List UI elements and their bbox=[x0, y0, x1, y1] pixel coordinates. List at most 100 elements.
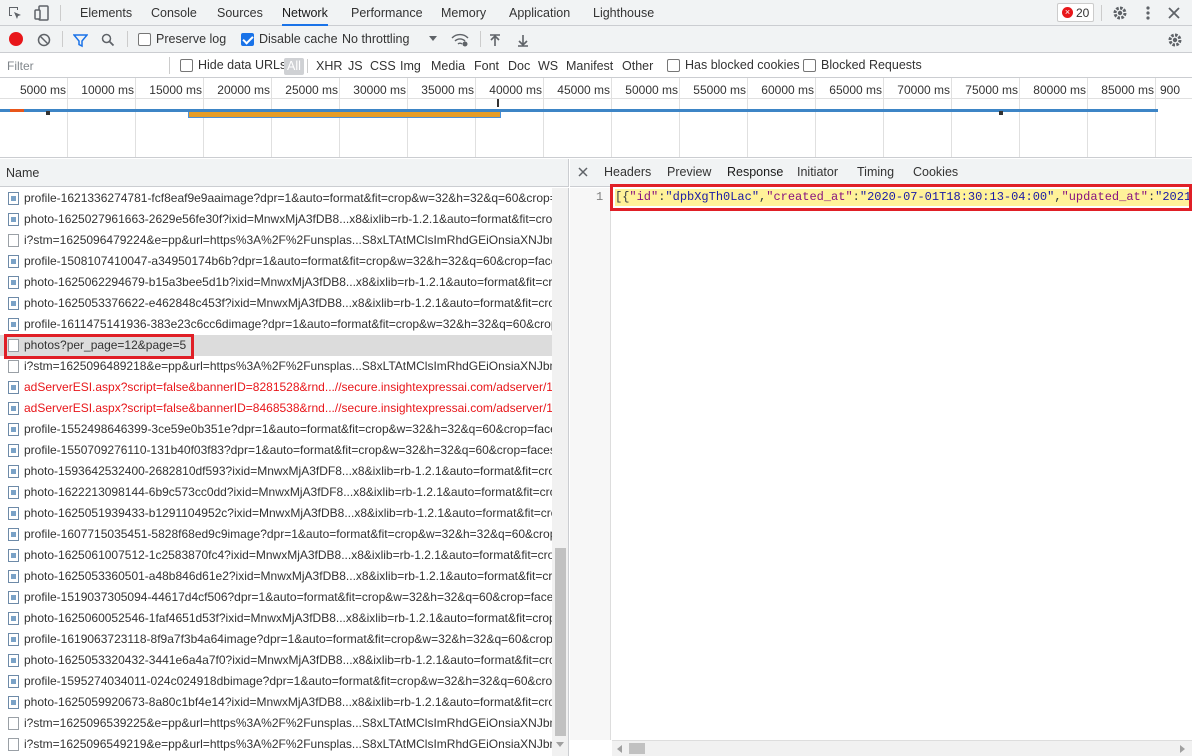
table-row[interactable]: profile-1595274034011-024c024918dbimage?… bbox=[0, 671, 552, 692]
table-row[interactable]: photo-1593642532400-2682810df593?ixid=Mn… bbox=[0, 461, 552, 482]
document-file-icon bbox=[8, 234, 19, 247]
image-file-icon bbox=[8, 633, 19, 646]
type-filter-doc[interactable]: Doc bbox=[508, 58, 530, 75]
table-row[interactable]: profile-1621336274781-fcf8eaf9e9aaimage?… bbox=[0, 188, 552, 209]
blocked-requests-checkbox[interactable] bbox=[803, 59, 816, 72]
type-filter-manifest[interactable]: Manifest bbox=[566, 58, 613, 75]
table-row[interactable]: photo-1625061007512-1c2583870fc4?ixid=Mn… bbox=[0, 545, 552, 566]
name-column-header[interactable]: Name bbox=[0, 159, 569, 187]
more-options-icon[interactable] bbox=[1139, 4, 1157, 22]
record-icon[interactable] bbox=[9, 32, 23, 46]
image-file-icon bbox=[8, 549, 19, 562]
tab-cookies[interactable]: Cookies bbox=[913, 165, 958, 179]
request-name: profile-1621336274781-fcf8eaf9e9aaimage?… bbox=[24, 191, 552, 205]
json-token: [{ bbox=[615, 190, 630, 204]
tab-headers[interactable]: Headers bbox=[604, 165, 651, 179]
response-json-line[interactable]: [{"id":"dpbXgTh0Lac","created_at":"2020-… bbox=[615, 189, 1192, 206]
clear-icon[interactable] bbox=[35, 31, 53, 49]
scrollbar-thumb[interactable] bbox=[629, 743, 645, 754]
type-filter-all[interactable]: All bbox=[284, 58, 304, 75]
request-name: profile-1607715035451-5828f68ed9c9image?… bbox=[24, 527, 552, 541]
preserve-log-checkbox[interactable] bbox=[138, 33, 151, 46]
table-row[interactable]: i?stm=1625096549219&e=pp&url=https%3A%2F… bbox=[0, 734, 552, 755]
type-filter-css[interactable]: CSS bbox=[370, 58, 396, 75]
table-row[interactable]: photo-1625053360501-a48b846d61e2?ixid=Mn… bbox=[0, 566, 552, 587]
tab-response[interactable]: Response bbox=[727, 165, 783, 179]
tab-preview[interactable]: Preview bbox=[667, 165, 711, 179]
table-row[interactable]: profile-1550709276110-131b40f03f83?dpr=1… bbox=[0, 440, 552, 461]
table-row[interactable]: profile-1611475141936-383e23c6cc6dimage?… bbox=[0, 314, 552, 335]
type-filter-ws[interactable]: WS bbox=[538, 58, 558, 75]
settings-gear-icon[interactable] bbox=[1111, 4, 1129, 22]
table-row[interactable]: profile-1619063723118-8f9a7f3b4a64image?… bbox=[0, 629, 552, 650]
hide-data-urls-checkbox[interactable] bbox=[180, 59, 193, 72]
tab-initiator[interactable]: Initiator bbox=[797, 165, 838, 179]
hide-data-urls-label: Hide data URLs bbox=[198, 58, 287, 72]
table-row[interactable]: photo-1625027961663-2629e56fe30f?ixid=Mn… bbox=[0, 209, 552, 230]
tab-lighthouse[interactable]: Lighthouse bbox=[593, 0, 654, 26]
close-devtools-icon[interactable] bbox=[1165, 4, 1183, 22]
type-filter-media[interactable]: Media bbox=[431, 58, 465, 75]
table-row[interactable]: i?stm=1625096489218&e=pp&url=https%3A%2F… bbox=[0, 356, 552, 377]
table-row[interactable]: photo-1625051939433-b1291104952c?ixid=Mn… bbox=[0, 503, 552, 524]
search-icon[interactable] bbox=[99, 31, 117, 49]
table-row-selected[interactable]: photos?per_page=12&page=5 bbox=[0, 335, 552, 356]
network-overview[interactable]: 5000 ms 10000 ms 15000 ms 20000 ms 25000 ms 3… bbox=[0, 78, 1192, 158]
tab-console[interactable]: Console bbox=[151, 0, 197, 26]
timeline-tick-label: 10000 ms bbox=[81, 83, 134, 97]
table-row[interactable]: i?stm=1625096479224&e=pp&url=https%3A%2F… bbox=[0, 230, 552, 251]
type-filter-xhr[interactable]: XHR bbox=[316, 58, 342, 75]
tab-performance[interactable]: Performance bbox=[351, 0, 423, 26]
filter-input[interactable] bbox=[0, 54, 168, 77]
has-blocked-cookies-checkbox[interactable] bbox=[667, 59, 680, 72]
export-har-icon[interactable] bbox=[515, 31, 531, 49]
device-toolbar-icon[interactable] bbox=[33, 4, 51, 22]
scroll-right-arrow-icon[interactable] bbox=[1180, 745, 1185, 753]
error-counter[interactable]: × 20 bbox=[1057, 3, 1094, 22]
error-icon: × bbox=[1062, 7, 1073, 18]
network-settings-gear-icon[interactable] bbox=[1166, 31, 1184, 49]
scroll-left-arrow-icon[interactable] bbox=[617, 745, 622, 753]
timeline-tick-label: 55000 ms bbox=[693, 83, 746, 97]
chevron-down-icon[interactable] bbox=[427, 33, 439, 45]
table-row[interactable]: photo-1625060052546-1faf4651d53f?ixid=Mn… bbox=[0, 608, 552, 629]
table-row[interactable]: photo-1625062294679-b15a3bee5d1b?ixid=Mn… bbox=[0, 272, 552, 293]
type-filter-js[interactable]: JS bbox=[348, 58, 363, 75]
inspect-element-icon[interactable] bbox=[6, 4, 24, 22]
close-detail-icon[interactable] bbox=[576, 165, 590, 179]
disable-cache-checkbox[interactable] bbox=[241, 33, 254, 46]
filter-icon[interactable] bbox=[71, 31, 89, 49]
table-row[interactable]: photo-1625053376622-e462848c453f?ixid=Mn… bbox=[0, 293, 552, 314]
response-viewer[interactable] bbox=[570, 188, 1192, 740]
tab-application[interactable]: Application bbox=[509, 0, 570, 26]
tab-network[interactable]: Network bbox=[282, 0, 328, 26]
tab-timing[interactable]: Timing bbox=[857, 165, 894, 179]
import-har-icon[interactable] bbox=[487, 31, 503, 49]
table-row[interactable]: photo-1625053320432-3441e6a4a7f0?ixid=Mn… bbox=[0, 650, 552, 671]
image-file-icon bbox=[8, 570, 19, 583]
scrollbar-thumb[interactable] bbox=[555, 548, 566, 736]
request-list-scrollbar[interactable] bbox=[552, 188, 569, 756]
table-row[interactable]: photo-1625059920673-8a80c1bf4e14?ixid=Mn… bbox=[0, 692, 552, 713]
throttling-select[interactable]: No throttling bbox=[342, 32, 409, 46]
response-horizontal-scrollbar[interactable] bbox=[612, 740, 1192, 756]
table-row[interactable]: profile-1519037305094-44617d4cf506?dpr=1… bbox=[0, 587, 552, 608]
table-row[interactable]: profile-1552498646399-3ce59e0b351e?dpr=1… bbox=[0, 419, 552, 440]
tab-sources[interactable]: Sources bbox=[217, 0, 263, 26]
tab-elements[interactable]: Elements bbox=[80, 0, 132, 26]
table-row[interactable]: profile-1607715035451-5828f68ed9c9image?… bbox=[0, 524, 552, 545]
request-name: i?stm=1625096539225&e=pp&url=https%3A%2F… bbox=[24, 716, 552, 730]
type-filter-other[interactable]: Other bbox=[622, 58, 653, 75]
image-file-icon bbox=[8, 465, 19, 478]
table-row[interactable]: profile-1508107410047-a34950174b6b?dpr=1… bbox=[0, 251, 552, 272]
type-filter-font[interactable]: Font bbox=[474, 58, 499, 75]
table-row[interactable]: adServerESI.aspx?script=false&bannerID=8… bbox=[0, 398, 552, 419]
network-conditions-icon[interactable] bbox=[450, 31, 470, 49]
type-filter-img[interactable]: Img bbox=[400, 58, 421, 75]
scroll-down-arrow-icon[interactable] bbox=[556, 742, 564, 747]
table-row[interactable]: photo-1622213098144-6b9c573cc0dd?ixid=Mn… bbox=[0, 482, 552, 503]
overview-marker bbox=[46, 111, 50, 115]
table-row[interactable]: i?stm=1625096539225&e=pp&url=https%3A%2F… bbox=[0, 713, 552, 734]
tab-memory[interactable]: Memory bbox=[441, 0, 486, 26]
table-row[interactable]: adServerESI.aspx?script=false&bannerID=8… bbox=[0, 377, 552, 398]
